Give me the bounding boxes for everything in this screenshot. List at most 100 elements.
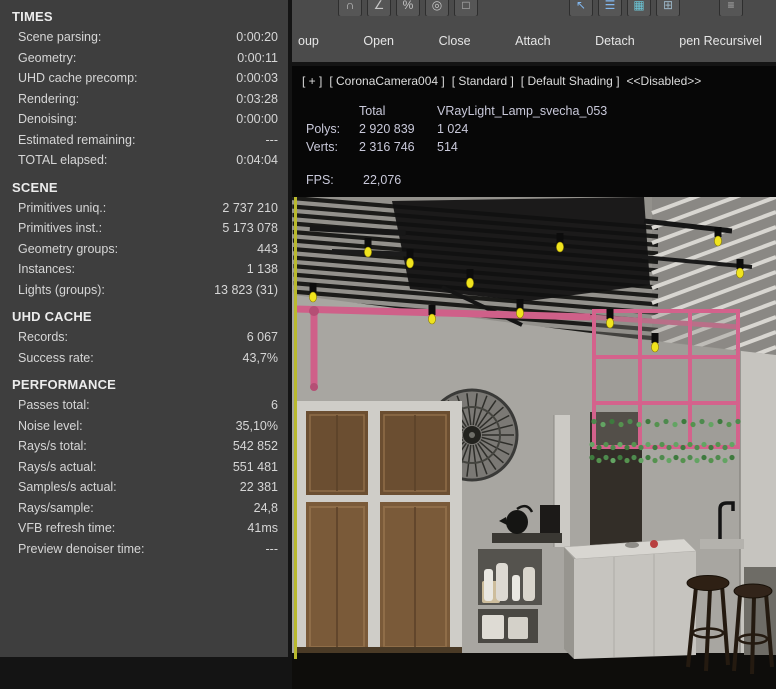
stat-value: 0:00:20 (236, 30, 278, 44)
stat-value: 22 381 (239, 480, 278, 494)
stat-row: TOTAL elapsed: 0:04:04 (0, 150, 288, 171)
stats-col-total: Total (359, 104, 386, 118)
fps-value: 22,076 (363, 173, 402, 187)
snap-toggle-icon[interactable]: ∩ (338, 0, 362, 16)
stat-label: Success rate: (18, 350, 94, 365)
stat-row: Denoising: 0:00:00 (0, 109, 288, 130)
detach-button[interactable]: Detach (591, 31, 639, 51)
stats-col-selected-object: VRayLight_Lamp_svecha_053 (437, 104, 608, 118)
stat-row: Geometry groups: 443 (0, 239, 288, 260)
close-button[interactable]: Close (435, 31, 475, 51)
main-toolbar: ∩ ∠% ◎ □ ↖ ☰ ▦ ⊞ ≡ oup Open Close Attach Detach pen R… (292, 0, 776, 62)
stat-label: Geometry: (18, 50, 77, 65)
stat-row: Geometry: 0:00:11 (0, 48, 288, 69)
stat-row: Success rate: 43,7% (0, 348, 288, 369)
scene-floor (292, 653, 776, 689)
stat-value: 443 (257, 241, 278, 256)
stat-label: Preview denoiser time: (18, 541, 145, 556)
pink-rack (592, 309, 740, 449)
stat-label: Rays/s actual: (18, 459, 97, 474)
stat-value: 41ms (247, 521, 278, 535)
section-title: PERFORMANCE (12, 377, 117, 392)
select-object-cursor-icon[interactable]: ↖ (569, 0, 593, 16)
viewport-disabled-label: <<Disabled>> (626, 74, 702, 88)
stat-value: 13 823 (31) (214, 282, 278, 297)
stat-label: UHD cache precomp: (18, 71, 138, 85)
named-selection-sets-icon[interactable]: □ (454, 0, 478, 16)
stat-value: 35,10% (235, 418, 278, 433)
verts-total-value: 2 316 746 (359, 140, 415, 154)
stat-label: Records: (18, 330, 69, 344)
spinner-snap-toggle-icon[interactable]: ◎ (425, 0, 449, 16)
stat-row: Instances: 1 138 (0, 259, 288, 280)
stat-row: Passes total: 6 (0, 395, 288, 416)
viewport[interactable]: [ + ] [ CoronaCamera004 ] [ Standard ] [… (292, 66, 776, 689)
viewport-camera-label[interactable]: [ CoronaCamera004 ] (329, 74, 444, 88)
select-by-name-icon[interactable]: ☰ (598, 0, 622, 16)
viewport-scene[interactable] (292, 197, 776, 689)
open-button[interactable]: Open (359, 31, 398, 51)
scene-edge-highlight (294, 197, 297, 659)
stat-row: Scene parsing: 0:00:20 (0, 27, 288, 48)
stat-value: 551 481 (232, 459, 278, 474)
selection-region-icon[interactable]: ▦ (627, 0, 651, 16)
viewport-menu-toggle[interactable]: [ + ] (302, 74, 322, 88)
window-crossing-selection-icon[interactable]: ⊞ (656, 0, 680, 16)
stat-row: Records: 6 067 (0, 327, 288, 348)
wooden-cabinets (296, 401, 462, 655)
percent-snap-toggle-icon[interactable]: % (396, 0, 420, 16)
stat-label: Passes total: (18, 398, 90, 412)
attach-button[interactable]: Attach (511, 31, 554, 51)
viewport-statistics: Total VRayLight_Lamp_svecha_053 Polys: 2… (302, 102, 607, 189)
stat-row: Lights (groups): 13 823 (31) (0, 280, 288, 301)
viewport-shading-label[interactable]: [ Default Shading ] (521, 74, 620, 88)
stat-row: Samples/s actual: 22 381 (0, 477, 288, 498)
stat-label: Estimated remaining: (18, 132, 136, 147)
stat-value: 0:03:28 (236, 91, 278, 106)
manage-layers-icon[interactable]: ≡ (719, 0, 743, 16)
scene-render[interactable] (292, 197, 776, 689)
stat-label: Samples/s actual: (18, 480, 117, 494)
stat-row: Noise level: 35,10% (0, 416, 288, 437)
stat-row: Rays/s total: 542 852 (0, 436, 288, 457)
stat-row: VFB refresh time: 41ms (0, 518, 288, 539)
angle-snap-toggle-icon[interactable]: ∠ (367, 0, 391, 16)
stat-label: Primitives inst.: (18, 221, 103, 235)
polys-total-value: 2 920 839 (359, 122, 415, 136)
toolbar-buttons: oup Open Close Attach Detach pen Recursivel (292, 31, 776, 51)
stat-value: --- (265, 132, 279, 147)
stat-label: Scene parsing: (18, 30, 102, 44)
stat-value: 24,8 (253, 500, 278, 515)
viewport-header: [ + ] [ CoronaCamera004 ] [ Standard ] [… (302, 74, 701, 88)
section-title: TIMES (12, 9, 53, 24)
stat-value: --- (265, 541, 279, 556)
stat-label: Instances: (18, 262, 75, 276)
fps-label: FPS: (306, 173, 334, 187)
stats-spacer (302, 102, 355, 120)
kitchen-island (563, 538, 697, 659)
stat-value: 6 (271, 398, 278, 412)
group-button[interactable]: oup (294, 31, 323, 51)
viewport-standard-label[interactable]: [ Standard ] (452, 74, 514, 88)
stat-row: Primitives inst.: 5 173 078 (0, 218, 288, 239)
stat-row: Rays/sample: 24,8 (0, 498, 288, 519)
stat-label: Lights (groups): (18, 282, 105, 297)
stats-sections: TIMES Scene parsing: 0:00:20 Geometry: 0:00:… (0, 9, 288, 559)
section-title: UHD CACHE (12, 309, 92, 324)
stat-value: 6 067 (246, 330, 278, 344)
stat-row: Primitives uniq.: 2 737 210 (0, 198, 288, 219)
stat-row: Estimated remaining: --- (0, 130, 288, 151)
stat-label: Rays/sample: (18, 500, 94, 515)
stat-row: Preview denoiser time: --- (0, 539, 288, 560)
stat-value: 43,7% (242, 350, 278, 365)
stat-value: 0:00:03 (236, 71, 278, 85)
toolbar-icons: ∩ ∠% ◎ □ ↖ ☰ ▦ ⊞ ≡ (292, 0, 776, 16)
stat-value: 1 138 (246, 262, 278, 276)
polys-selected-value: 1 024 (437, 122, 469, 136)
stat-row: Rays/s actual: 551 481 (0, 457, 288, 478)
stat-label: TOTAL elapsed: (18, 153, 108, 167)
verts-label: Verts: (306, 140, 338, 154)
open-recursively-button[interactable]: pen Recursivel (675, 31, 766, 51)
stat-label: Denoising: (18, 112, 78, 126)
verts-selected-value: 514 (437, 140, 458, 154)
